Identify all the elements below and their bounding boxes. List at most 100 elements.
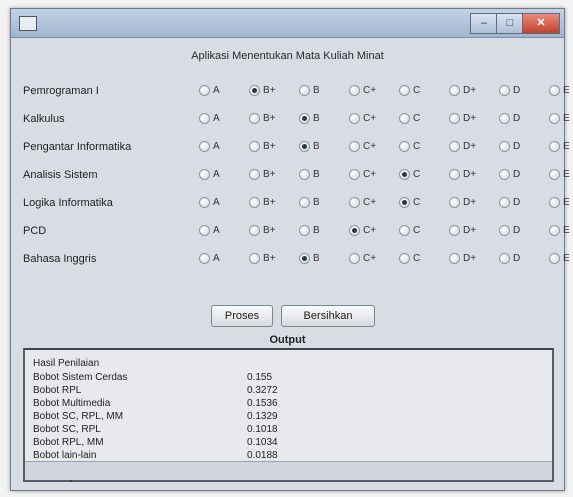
grade-label: D+ [463, 197, 477, 208]
process-button[interactable]: Proses [211, 305, 273, 327]
radio-button[interactable] [199, 141, 210, 152]
output-panel[interactable]: Hasil Penilaian Sebaiknya Anda memilih m… [23, 348, 554, 483]
radio-button[interactable] [299, 169, 310, 180]
radio-button[interactable] [349, 141, 360, 152]
grade-label: E [563, 113, 570, 124]
grade-label: E [563, 253, 570, 264]
radio-button[interactable] [449, 225, 460, 236]
radio-button[interactable] [349, 85, 360, 96]
radio-button[interactable] [199, 253, 210, 264]
radio-button[interactable] [399, 85, 410, 96]
grade-label: C+ [363, 197, 377, 208]
grade-label: E [563, 85, 570, 96]
radio-button[interactable] [299, 225, 310, 236]
radio-button[interactable] [549, 141, 560, 152]
grade-label: B+ [263, 113, 276, 124]
grade-label: D [513, 253, 521, 264]
radio-button[interactable] [449, 197, 460, 208]
radio-button[interactable] [249, 141, 260, 152]
grade-label: D+ [463, 225, 477, 236]
radio-button[interactable] [499, 225, 510, 236]
radio-button[interactable] [399, 113, 410, 124]
radio-button[interactable] [199, 169, 210, 180]
grade-label: C [413, 141, 421, 152]
radio-button[interactable] [249, 85, 260, 96]
horizontal-scrollbar[interactable] [25, 461, 552, 480]
radio-button[interactable] [399, 253, 410, 264]
app-window: – □ ✕ Aplikasi Menentukan Mata Kuliah Mi… [10, 8, 570, 491]
subject-row: PCD A B+ B C+ C D+ D E [23, 221, 570, 241]
radio-button[interactable] [349, 225, 360, 236]
radio-button[interactable] [499, 113, 510, 124]
radio-button[interactable] [199, 225, 210, 236]
radio-button[interactable] [199, 85, 210, 96]
radio-button[interactable] [499, 85, 510, 96]
subject-label: Kalkulus [23, 113, 65, 125]
result-name: Bobot lain-lain [33, 450, 97, 461]
radio-button[interactable] [399, 197, 410, 208]
grade-label: C [413, 197, 421, 208]
result-value: 0.1018 [247, 424, 278, 435]
radio-button[interactable] [449, 253, 460, 264]
radio-button[interactable] [499, 253, 510, 264]
grade-label: C+ [363, 85, 377, 96]
reset-button[interactable]: Bersihkan [281, 305, 375, 327]
radio-button[interactable] [299, 253, 310, 264]
radio-button[interactable] [449, 85, 460, 96]
title-bar[interactable]: – □ ✕ [11, 9, 564, 38]
radio-button[interactable] [399, 225, 410, 236]
subject-row: Logika Informatika A B+ B C+ C D+ D E [23, 193, 570, 213]
radio-button[interactable] [299, 141, 310, 152]
grade-label: B [313, 197, 320, 208]
subject-row: Pemrograman I A B+ B C+ C D+ D E [23, 81, 570, 101]
radio-button[interactable] [299, 85, 310, 96]
radio-button[interactable] [549, 169, 560, 180]
result-value: 0.3272 [247, 385, 278, 396]
radio-button[interactable] [449, 113, 460, 124]
radio-button[interactable] [499, 197, 510, 208]
radio-button[interactable] [499, 141, 510, 152]
radio-button[interactable] [549, 85, 560, 96]
output-header: Hasil Penilaian [33, 358, 100, 369]
radio-button[interactable] [249, 225, 260, 236]
radio-button[interactable] [549, 253, 560, 264]
result-name: Bobot SC, RPL [33, 424, 101, 435]
grade-label: C [413, 85, 421, 96]
grade-label: C+ [363, 225, 377, 236]
radio-button[interactable] [499, 169, 510, 180]
radio-button[interactable] [249, 197, 260, 208]
radio-button[interactable] [349, 197, 360, 208]
radio-button[interactable] [349, 169, 360, 180]
radio-button[interactable] [449, 141, 460, 152]
radio-button[interactable] [299, 197, 310, 208]
subject-label: Pengantar Informatika [23, 141, 132, 153]
result-name: Bobot Multimedia [33, 398, 111, 409]
grade-label: B+ [263, 85, 276, 96]
radio-button[interactable] [249, 113, 260, 124]
grade-label: B+ [263, 225, 276, 236]
radio-button[interactable] [249, 253, 260, 264]
radio-button[interactable] [349, 113, 360, 124]
minimize-button[interactable]: – [470, 13, 498, 34]
grade-label: D [513, 197, 521, 208]
radio-button[interactable] [449, 169, 460, 180]
radio-button[interactable] [199, 197, 210, 208]
output-label: Output [269, 334, 306, 346]
radio-button[interactable] [399, 169, 410, 180]
grade-label: C [413, 113, 421, 124]
grade-label: D [513, 225, 521, 236]
radio-button[interactable] [249, 169, 260, 180]
radio-button[interactable] [549, 197, 560, 208]
grade-label: C+ [363, 253, 377, 264]
radio-button[interactable] [349, 253, 360, 264]
result-name: Bobot Sistem Cerdas [33, 372, 128, 383]
maximize-button[interactable]: □ [496, 13, 524, 34]
radio-button[interactable] [299, 113, 310, 124]
radio-button[interactable] [549, 113, 560, 124]
radio-button[interactable] [199, 113, 210, 124]
subject-label: Logika Informatika [23, 197, 113, 209]
close-button[interactable]: ✕ [522, 13, 560, 34]
radio-button[interactable] [549, 225, 560, 236]
radio-button[interactable] [399, 141, 410, 152]
grade-label: C+ [363, 113, 377, 124]
